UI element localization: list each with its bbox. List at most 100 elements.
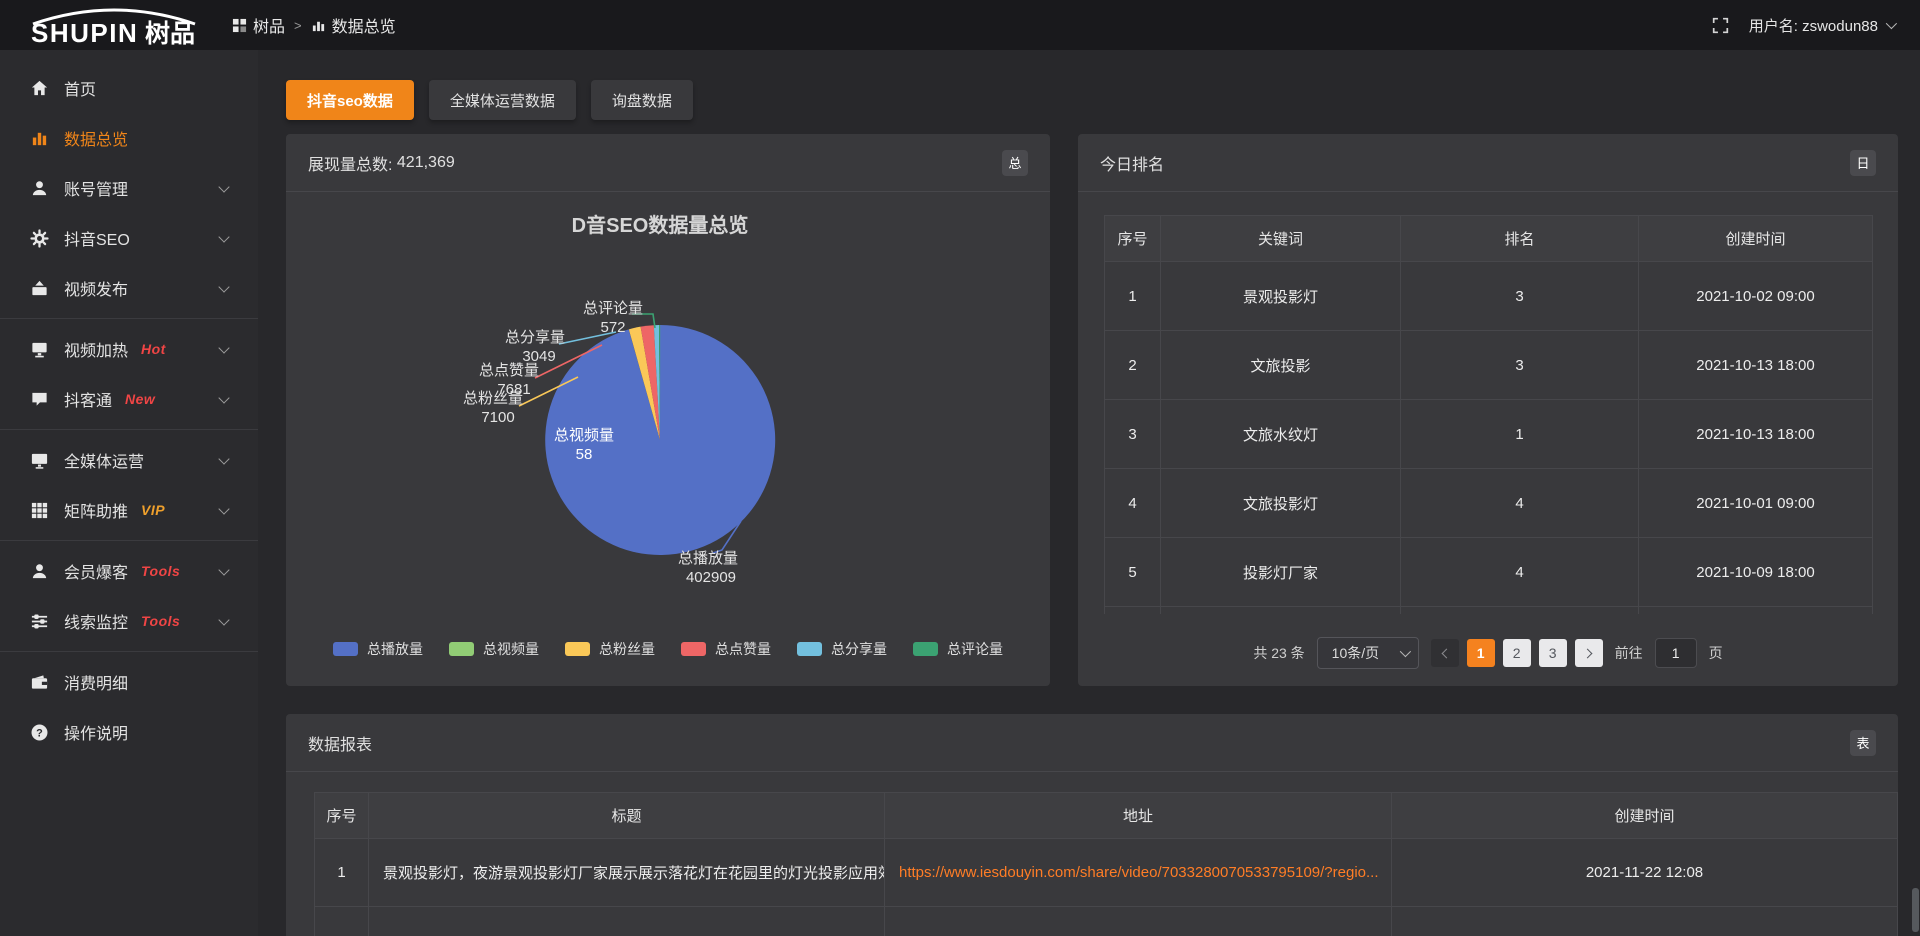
cell-created: 2021-10-09 18:00 — [1639, 538, 1873, 607]
wallet-icon — [30, 672, 50, 692]
rank-table: 序号 关键词 排名 创建时间 1 景观投影灯 3 2021-10-02 09:0… — [1104, 215, 1873, 614]
seo-overview-card: 展现量总数: 421,369 总 D音SEO数据量总览 总评论量 572 总分享… — [286, 134, 1050, 686]
sidebar-item-video-publish[interactable]: 视频发布 — [0, 263, 258, 313]
cell-keyword: 景观投影灯 — [1161, 262, 1401, 331]
new-badge: New — [125, 391, 155, 407]
col-header: 关键词 — [1161, 216, 1401, 262]
chart-title: D音SEO数据量总览 — [572, 213, 749, 237]
legend-item[interactable]: 总视频量 — [449, 639, 539, 659]
tab-douyin-seo-data[interactable]: 抖音seo数据 — [286, 80, 414, 120]
scrollbar-thumb[interactable] — [1912, 888, 1919, 932]
sidebar-item-label: 抖客通 — [64, 387, 112, 411]
cell-keyword: 文旅水纹灯 — [1161, 400, 1401, 469]
prev-page-button[interactable] — [1431, 639, 1459, 667]
pie-label-shares: 总分享量 — [505, 329, 565, 346]
sidebar-item-label: 数据总览 — [64, 126, 128, 150]
sidebar-item-matrix-boost[interactable]: 矩阵助推 VIP — [0, 485, 258, 535]
sidebar-item-omnimedia[interactable]: 全媒体运营 — [0, 435, 258, 485]
legend-item[interactable]: 总播放量 — [333, 639, 423, 659]
sidebar-item-label: 抖音SEO — [64, 226, 130, 250]
sidebar-item-lead-monitor[interactable]: 线索监控 Tools — [0, 596, 258, 646]
pie-value-comments: 572 — [600, 319, 625, 336]
data-report-card: 数据报表 表 序号 标题 地址 创建时间 1 景观投影灯，夜游景观投影灯厂家展示… — [286, 714, 1898, 936]
overview-card-header: 展现量总数: 421,369 总 — [286, 134, 1050, 192]
sidebar-item-help[interactable]: ? 操作说明 — [0, 707, 258, 757]
legend-item[interactable]: 总点赞量 — [681, 639, 771, 659]
rank-card-title: 今日排名 — [1100, 151, 1164, 175]
video-url-link[interactable]: https://www.iesdouyin.com/share/video/70… — [899, 864, 1379, 881]
goto-page-input[interactable] — [1655, 638, 1697, 668]
gear-icon — [30, 228, 50, 248]
logo-text-en: SHUPIN — [31, 18, 138, 47]
cell-rank: 4 — [1401, 469, 1639, 538]
sidebar-item-accounts[interactable]: 账号管理 — [0, 163, 258, 213]
cell-seq: 3 — [1105, 400, 1161, 469]
sidebar-item-label: 全媒体运营 — [64, 448, 144, 472]
cell-seq: 4 — [1105, 469, 1161, 538]
sidebar-item-label: 消费明细 — [64, 670, 128, 694]
sidebar-item-douketong[interactable]: 抖客通 New — [0, 374, 258, 424]
chevron-down-icon — [218, 503, 229, 514]
page-size-select[interactable]: 10条/页 — [1317, 637, 1419, 669]
total-badge-button[interactable]: 总 — [1002, 150, 1028, 176]
table-badge-button[interactable]: 表 — [1850, 730, 1876, 756]
page-size-value: 10条/页 — [1332, 643, 1379, 663]
cell-created: 2021-10-13 18:00 — [1639, 331, 1873, 400]
pie-value-plays: 402909 — [686, 569, 736, 586]
col-header: 序号 — [1105, 216, 1161, 262]
legend-item[interactable]: 总评论量 — [913, 639, 1003, 659]
chevron-down-icon — [218, 453, 229, 464]
sidebar-item-label: 视频发布 — [64, 276, 128, 300]
video-publish-icon — [30, 278, 50, 298]
table-row: 1 景观投影灯，夜游景观投影灯厂家展示展示落花灯在花园里的灯光投影应用效果 # … — [315, 839, 1898, 907]
sidebar-item-home[interactable]: 首页 — [0, 63, 258, 113]
grid-icon — [232, 18, 247, 33]
sidebar-item-consumption[interactable]: 消费明细 — [0, 657, 258, 707]
col-header: 地址 — [885, 793, 1392, 839]
legend-label: 总粉丝量 — [599, 639, 655, 659]
bar-chart-icon — [311, 18, 326, 33]
bar-chart-icon — [30, 128, 50, 148]
table-row-partial — [315, 907, 1898, 936]
cell-seq: 1 — [1105, 262, 1161, 331]
user-menu[interactable]: 用户名: zswodun88 — [1749, 15, 1894, 36]
logo-text-cn: 树品 — [145, 20, 195, 47]
breadcrumb-item-current[interactable]: 数据总览 — [311, 13, 396, 37]
report-table: 序号 标题 地址 创建时间 1 景观投影灯，夜游景观投影灯厂家展示展示落花灯在花… — [314, 792, 1898, 936]
breadcrumb-label: 数据总览 — [332, 13, 396, 37]
username-label: 用户名: zswodun88 — [1749, 15, 1878, 36]
today-rank-card: 今日排名 日 序号 关键词 排名 创建时间 1 景观投影灯 3 2021-10-… — [1078, 134, 1898, 686]
legend-label: 总视频量 — [483, 639, 539, 659]
cell-seq: 1 — [315, 839, 369, 907]
chevron-left-icon — [1441, 648, 1451, 658]
legend-label: 总播放量 — [367, 639, 423, 659]
tab-omnimedia-data[interactable]: 全媒体运营数据 — [429, 80, 576, 120]
table-row: 1 景观投影灯 3 2021-10-02 09:00 — [1105, 262, 1873, 331]
tab-inquiry-data[interactable]: 询盘数据 — [591, 80, 693, 120]
sidebar-item-data-overview[interactable]: 数据总览 — [0, 113, 258, 163]
cell-url: https://www.iesdouyin.com/share/video/70… — [885, 839, 1392, 907]
sidebar-item-label: 会员爆客 — [64, 559, 128, 583]
day-badge-button[interactable]: 日 — [1850, 150, 1876, 176]
legend-item[interactable]: 总粉丝量 — [565, 639, 655, 659]
fullscreen-icon[interactable] — [1712, 17, 1729, 34]
page-button-2[interactable]: 2 — [1503, 639, 1531, 667]
chevron-down-icon — [218, 614, 229, 625]
sidebar-item-video-heat[interactable]: 视频加热 Hot — [0, 324, 258, 374]
rank-table-wrap: 序号 关键词 排名 创建时间 1 景观投影灯 3 2021-10-02 09:0… — [1104, 215, 1873, 614]
page-button-3[interactable]: 3 — [1539, 639, 1567, 667]
legend-item[interactable]: 总分享量 — [797, 639, 887, 659]
page-button-1[interactable]: 1 — [1467, 639, 1495, 667]
seo-pie-chart: D音SEO数据量总览 总评论量 572 总分享量 3049 总点赞量 7681 … — [286, 192, 1050, 596]
sidebar-item-douyin-seo[interactable]: 抖音SEO — [0, 213, 258, 263]
table-header-row: 序号 标题 地址 创建时间 — [315, 793, 1898, 839]
breadcrumb-item-home[interactable]: 树品 — [232, 13, 285, 37]
sidebar-item-member-tools[interactable]: 会员爆客 Tools — [0, 546, 258, 596]
legend-swatch — [797, 642, 822, 656]
logo-graphic: SHUPIN 树品 — [28, 3, 200, 47]
sidebar-divider — [0, 651, 258, 652]
col-header: 排名 — [1401, 216, 1639, 262]
next-page-button[interactable] — [1575, 639, 1603, 667]
table-row: 2 文旅投影 3 2021-10-13 18:00 — [1105, 331, 1873, 400]
monitor-icon — [30, 339, 50, 359]
